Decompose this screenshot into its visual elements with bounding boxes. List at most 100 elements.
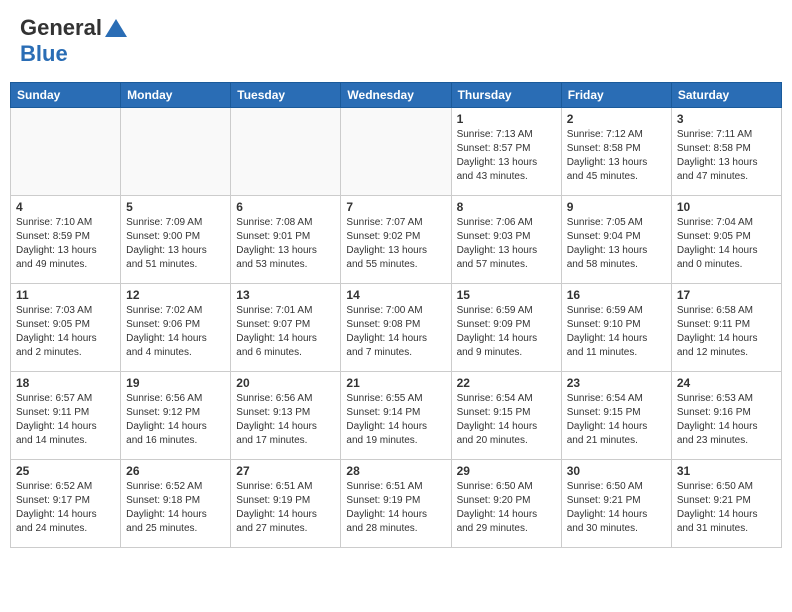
- day-number: 16: [567, 288, 666, 302]
- weekday-header-saturday: Saturday: [671, 83, 781, 108]
- day-info: Sunrise: 7:05 AMSunset: 9:04 PMDaylight:…: [567, 216, 666, 272]
- day-number: 5: [126, 200, 225, 214]
- day-number: 10: [677, 200, 776, 214]
- calendar-cell: 25Sunrise: 6:52 AMSunset: 9:17 PMDayligh…: [11, 460, 121, 548]
- calendar-cell: 4 Sunrise: 7:10 AMSunset: 8:59 PMDaylight…: [11, 196, 121, 284]
- day-info: Sunrise: 6:51 AMSunset: 9:19 PMDaylight:…: [346, 480, 445, 536]
- day-number: 21: [346, 376, 445, 390]
- day-info: Sunrise: 7:12 AMSunset: 8:58 PMDaylight:…: [567, 128, 666, 184]
- day-number: 27: [236, 464, 335, 478]
- day-info: Sunrise: 6:56 AMSunset: 9:13 PMDaylight:…: [236, 392, 335, 448]
- day-number: 19: [126, 376, 225, 390]
- week-row-5: 25Sunrise: 6:52 AMSunset: 9:17 PMDayligh…: [11, 460, 782, 548]
- day-info: Sunrise: 6:59 AMSunset: 9:10 PMDaylight:…: [567, 304, 666, 360]
- day-number: 3: [677, 112, 776, 126]
- day-info: Sunrise: 6:53 AMSunset: 9:16 PMDaylight:…: [677, 392, 776, 448]
- day-number: 8: [457, 200, 556, 214]
- day-number: 20: [236, 376, 335, 390]
- logo-general: General: [20, 15, 102, 41]
- day-number: 29: [457, 464, 556, 478]
- day-number: 14: [346, 288, 445, 302]
- calendar-cell: 9 Sunrise: 7:05 AMSunset: 9:04 PMDaylight…: [561, 196, 671, 284]
- calendar-cell: 15Sunrise: 6:59 AMSunset: 9:09 PMDayligh…: [451, 284, 561, 372]
- calendar-cell: 21 Sunrise: 6:55 AMSunset: 9:14 PMDayligh…: [341, 372, 451, 460]
- week-row-2: 4 Sunrise: 7:10 AMSunset: 8:59 PMDaylight…: [11, 196, 782, 284]
- day-number: 6: [236, 200, 335, 214]
- logo-blue: Blue: [20, 41, 127, 67]
- day-info: Sunrise: 7:03 AMSunset: 9:05 PMDaylight:…: [16, 304, 115, 360]
- day-number: 2: [567, 112, 666, 126]
- day-number: 12: [126, 288, 225, 302]
- calendar-cell: [11, 108, 121, 196]
- weekday-header-friday: Friday: [561, 83, 671, 108]
- calendar-cell: 5 Sunrise: 7:09 AMSunset: 9:00 PMDaylight…: [121, 196, 231, 284]
- page-header: General Blue: [10, 10, 782, 72]
- day-info: Sunrise: 6:58 AMSunset: 9:11 PMDaylight:…: [677, 304, 776, 360]
- day-number: 28: [346, 464, 445, 478]
- calendar-cell: 28 Sunrise: 6:51 AMSunset: 9:19 PMDayligh…: [341, 460, 451, 548]
- day-info: Sunrise: 6:54 AMSunset: 9:15 PMDaylight:…: [567, 392, 666, 448]
- day-info: Sunrise: 6:55 AMSunset: 9:14 PMDaylight:…: [346, 392, 445, 448]
- calendar-cell: [231, 108, 341, 196]
- day-info: Sunrise: 7:08 AMSunset: 9:01 PMDaylight:…: [236, 216, 335, 272]
- calendar-cell: 7 Sunrise: 7:07 AMSunset: 9:02 PMDaylight…: [341, 196, 451, 284]
- weekday-header-sunday: Sunday: [11, 83, 121, 108]
- day-number: 4: [16, 200, 115, 214]
- calendar-cell: 16 Sunrise: 6:59 AMSunset: 9:10 PMDayligh…: [561, 284, 671, 372]
- day-number: 18: [16, 376, 115, 390]
- day-info: Sunrise: 7:09 AMSunset: 9:00 PMDaylight:…: [126, 216, 225, 272]
- weekday-header-monday: Monday: [121, 83, 231, 108]
- calendar-cell: 3 Sunrise: 7:11 AMSunset: 8:58 PMDaylight…: [671, 108, 781, 196]
- day-info: Sunrise: 7:01 AMSunset: 9:07 PMDaylight:…: [236, 304, 335, 360]
- day-number: 7: [346, 200, 445, 214]
- day-number: 11: [16, 288, 115, 302]
- weekday-header-tuesday: Tuesday: [231, 83, 341, 108]
- day-number: 30: [567, 464, 666, 478]
- calendar-cell: [121, 108, 231, 196]
- calendar-cell: 1Sunrise: 7:13 AMSunset: 8:57 PMDaylight…: [451, 108, 561, 196]
- calendar-cell: 6 Sunrise: 7:08 AMSunset: 9:01 PMDaylight…: [231, 196, 341, 284]
- calendar-cell: 19 Sunrise: 6:56 AMSunset: 9:12 PMDayligh…: [121, 372, 231, 460]
- calendar-cell: 14Sunrise: 7:00 AMSunset: 9:08 PMDayligh…: [341, 284, 451, 372]
- day-info: Sunrise: 6:50 AMSunset: 9:20 PMDaylight:…: [457, 480, 556, 536]
- day-info: Sunrise: 7:13 AMSunset: 8:57 PMDaylight:…: [457, 128, 556, 184]
- logo-icon: [105, 19, 127, 37]
- day-info: Sunrise: 6:51 AMSunset: 9:19 PMDaylight:…: [236, 480, 335, 536]
- calendar-cell: 2 Sunrise: 7:12 AMSunset: 8:58 PMDaylight…: [561, 108, 671, 196]
- day-info: Sunrise: 7:10 AMSunset: 8:59 PMDaylight:…: [16, 216, 115, 272]
- calendar-cell: 24 Sunrise: 6:53 AMSunset: 9:16 PMDayligh…: [671, 372, 781, 460]
- day-info: Sunrise: 7:04 AMSunset: 9:05 PMDaylight:…: [677, 216, 776, 272]
- calendar-cell: 12Sunrise: 7:02 AMSunset: 9:06 PMDayligh…: [121, 284, 231, 372]
- day-info: Sunrise: 6:52 AMSunset: 9:18 PMDaylight:…: [126, 480, 225, 536]
- day-info: Sunrise: 6:59 AMSunset: 9:09 PMDaylight:…: [457, 304, 556, 360]
- calendar-cell: 20 Sunrise: 6:56 AMSunset: 9:13 PMDayligh…: [231, 372, 341, 460]
- day-info: Sunrise: 6:50 AMSunset: 9:21 PMDaylight:…: [677, 480, 776, 536]
- calendar-cell: 18 Sunrise: 6:57 AMSunset: 9:11 PMDayligh…: [11, 372, 121, 460]
- calendar-cell: 8 Sunrise: 7:06 AMSunset: 9:03 PMDaylight…: [451, 196, 561, 284]
- calendar-cell: 27 Sunrise: 6:51 AMSunset: 9:19 PMDayligh…: [231, 460, 341, 548]
- week-row-3: 11 Sunrise: 7:03 AMSunset: 9:05 PMDayligh…: [11, 284, 782, 372]
- day-number: 31: [677, 464, 776, 478]
- day-info: Sunrise: 6:54 AMSunset: 9:15 PMDaylight:…: [457, 392, 556, 448]
- calendar-cell: 30 Sunrise: 6:50 AMSunset: 9:21 PMDayligh…: [561, 460, 671, 548]
- day-info: Sunrise: 7:06 AMSunset: 9:03 PMDaylight:…: [457, 216, 556, 272]
- day-number: 24: [677, 376, 776, 390]
- calendar-cell: 29 Sunrise: 6:50 AMSunset: 9:20 PMDayligh…: [451, 460, 561, 548]
- day-info: Sunrise: 7:11 AMSunset: 8:58 PMDaylight:…: [677, 128, 776, 184]
- calendar-cell: 22Sunrise: 6:54 AMSunset: 9:15 PMDayligh…: [451, 372, 561, 460]
- day-number: 9: [567, 200, 666, 214]
- day-info: Sunrise: 6:56 AMSunset: 9:12 PMDaylight:…: [126, 392, 225, 448]
- day-number: 13: [236, 288, 335, 302]
- weekday-header-thursday: Thursday: [451, 83, 561, 108]
- day-number: 25: [16, 464, 115, 478]
- calendar-cell: 17Sunrise: 6:58 AMSunset: 9:11 PMDayligh…: [671, 284, 781, 372]
- calendar: SundayMondayTuesdayWednesdayThursdayFrid…: [10, 82, 782, 548]
- calendar-cell: 26Sunrise: 6:52 AMSunset: 9:18 PMDayligh…: [121, 460, 231, 548]
- logo: General Blue: [20, 15, 127, 67]
- day-info: Sunrise: 6:50 AMSunset: 9:21 PMDaylight:…: [567, 480, 666, 536]
- calendar-cell: [341, 108, 451, 196]
- calendar-cell: 11 Sunrise: 7:03 AMSunset: 9:05 PMDayligh…: [11, 284, 121, 372]
- calendar-cell: 31 Sunrise: 6:50 AMSunset: 9:21 PMDayligh…: [671, 460, 781, 548]
- day-info: Sunrise: 7:07 AMSunset: 9:02 PMDaylight:…: [346, 216, 445, 272]
- day-info: Sunrise: 6:57 AMSunset: 9:11 PMDaylight:…: [16, 392, 115, 448]
